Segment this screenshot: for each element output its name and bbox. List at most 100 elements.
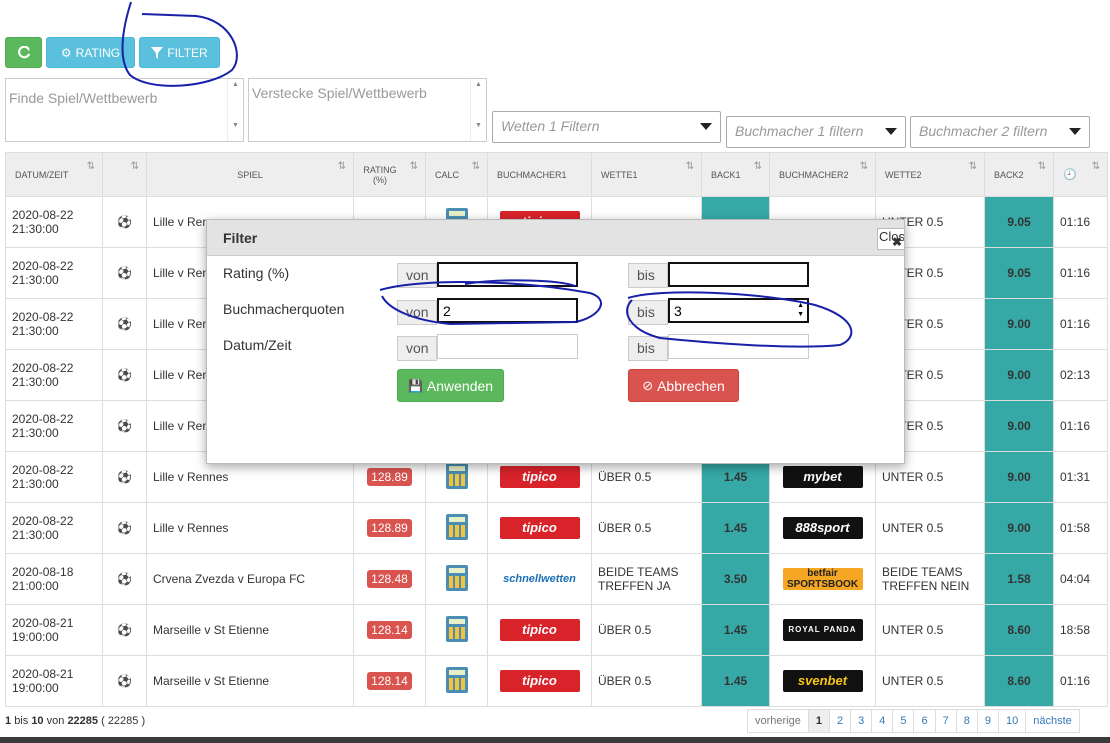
col-age[interactable]: 🕘 ⇅ [1053, 152, 1108, 197]
soccer-ball-icon: ⚽ [117, 215, 132, 229]
cell-bookmaker1: tipico [487, 604, 592, 656]
bookmaker1-logo[interactable]: tipico [499, 517, 580, 539]
pagination-prev[interactable]: vorherige [747, 709, 809, 733]
bookmaker2-logo[interactable]: mybet [782, 466, 863, 488]
pagination: vorherige 1 2 3 4 5 6 7 8 9 10 nächste [747, 709, 1080, 733]
textarea-scrollbar[interactable]: ▲ ▼ [470, 79, 486, 141]
rating-label: Rating (%) [223, 265, 290, 281]
bookmaker1-filter-select[interactable]: Buchmacher 1 filtern [726, 116, 906, 148]
datetime-to-addon: bis [628, 336, 668, 361]
pagination-page[interactable]: 2 [828, 709, 852, 733]
modal-close-button[interactable]: Close ✖ [877, 228, 905, 250]
bookmaker2-logo[interactable]: 888sport [782, 517, 863, 539]
bookmaker2-logo[interactable]: ROYAL PANDA [782, 619, 863, 641]
cell-rating: 128.14 [353, 655, 426, 707]
soccer-ball-icon: ⚽ [117, 368, 132, 382]
pagination-page[interactable]: 9 [976, 709, 999, 733]
cell-datetime: 2020-08-21 19:00:00 [5, 655, 103, 707]
cell-datetime: 2020-08-18 21:00:00 [5, 553, 103, 605]
table-row[interactable]: 2020-08-18 21:00:00 ⚽ Crvena Zvezda v Europ… [5, 553, 1108, 605]
bets1-filter-select[interactable]: Wetten 1 Filtern [492, 111, 721, 143]
table-row[interactable]: 2020-08-22 21:30:00 ⚽ Lille v Rennes 128.89 t… [5, 502, 1108, 554]
cell-rating: 128.48 [353, 553, 426, 605]
bookmaker2-logo[interactable]: svenbet [782, 670, 863, 692]
hide-game-textarea[interactable]: Verstecke Spiel/Wettbewerb ▲ ▼ [248, 78, 487, 142]
col-bet2[interactable]: WETTE2 ⇅ [875, 152, 985, 197]
soccer-ball-icon: ⚽ [117, 470, 132, 484]
col-bet1[interactable]: WETTE1 ⇅ [591, 152, 702, 197]
cell-datetime: 2020-08-21 19:00:00 [5, 604, 103, 656]
cell-back1: 1.45 [701, 502, 770, 554]
apply-button[interactable]: 💾 Anwenden [397, 369, 504, 402]
pagination-page[interactable]: 1 [807, 709, 830, 733]
soccer-ball-icon: ⚽ [117, 419, 132, 433]
soccer-ball-icon: ⚽ [117, 572, 132, 586]
calculator-icon[interactable] [445, 462, 468, 489]
odds-to-input[interactable]: 3 ▲ ▼ [668, 298, 809, 323]
odds-label: Buchmacherquoten [223, 301, 345, 317]
calculator-icon[interactable] [445, 666, 468, 693]
table-row[interactable]: 2020-08-21 19:00:00 ⚽ Marseille v St Etienn… [5, 604, 1108, 656]
col-game[interactable]: SPIEL ⇅ [146, 152, 354, 197]
cancel-button-label: Abbrechen [657, 377, 725, 394]
bets1-filter-placeholder: Wetten 1 Filtern [501, 118, 600, 134]
col-bookmaker1[interactable]: BUCHMACHER1 [487, 152, 592, 197]
cell-game[interactable]: Lille v Rennes [146, 502, 354, 554]
refresh-button[interactable] [5, 37, 42, 68]
cell-rating: 128.89 [353, 502, 426, 554]
pagination-page[interactable]: 3 [850, 709, 873, 733]
cell-sport: ⚽ [102, 655, 147, 707]
rating-from-input[interactable] [437, 262, 578, 287]
bookmaker1-logo[interactable]: tipico [499, 619, 580, 641]
bookmaker2-filter-select[interactable]: Buchmacher 2 filtern [910, 116, 1090, 148]
cell-bet1: ÜBER 0.5 [591, 502, 702, 554]
pagination-page[interactable]: 4 [871, 709, 894, 733]
bookmaker2-logo[interactable]: betfair SPORTSBOOK [782, 568, 863, 590]
cell-back2: 1.58 [984, 553, 1054, 605]
cogs-icon: ⚙ [60, 45, 72, 60]
rating-badge: 128.89 [367, 519, 412, 537]
rating-button[interactable]: ⚙ RATING [46, 37, 135, 68]
calculator-icon[interactable] [445, 513, 468, 540]
pagination-page[interactable]: 7 [934, 709, 957, 733]
datetime-to-input[interactable] [668, 334, 809, 359]
col-back1[interactable]: BACK1 ⇅ [701, 152, 770, 197]
datetime-from-input[interactable] [437, 334, 578, 359]
cell-game[interactable]: Marseille v St Etienne [146, 604, 354, 656]
cell-game[interactable]: Crvena Zvezda v Europa FC [146, 553, 354, 605]
col-calc[interactable]: CALC ⇅ [425, 152, 488, 197]
cell-back2: 9.05 [984, 247, 1054, 299]
bookmaker1-logo[interactable]: tipico [499, 670, 580, 692]
odds-from-input[interactable]: 2 [437, 298, 578, 323]
table-row[interactable]: 2020-08-21 19:00:00 ⚽ Marseille v St Etienn… [5, 655, 1108, 707]
pagination-page[interactable]: 6 [913, 709, 936, 733]
cell-game[interactable]: Marseille v St Etienne [146, 655, 354, 707]
cell-bookmaker2: 888sport [769, 502, 876, 554]
calculator-icon[interactable] [445, 615, 468, 642]
col-back2[interactable]: BACK2 ⇅ [984, 152, 1054, 197]
pagination-page[interactable]: 8 [955, 709, 978, 733]
table-info: 1 bis 10 von 22285 ( 22285 ) [5, 715, 146, 727]
col-bookmaker2[interactable]: BUCHMACHER2 ⇅ [769, 152, 876, 197]
cell-age: 01:58 [1053, 502, 1108, 554]
rating-to-input[interactable] [668, 262, 809, 287]
cell-calc [425, 553, 488, 605]
pagination-page[interactable]: 10 [997, 709, 1027, 733]
number-spinner-icon[interactable]: ▲ ▼ [797, 301, 804, 319]
filter-button[interactable]: FILTER [139, 37, 220, 68]
col-sport[interactable]: ⇅ [102, 152, 147, 197]
ban-icon: ⊘ [642, 377, 654, 393]
find-game-textarea[interactable]: Finde Spiel/Wettbewerb ▲ ▼ [5, 78, 244, 142]
pagination-next[interactable]: nächste [1025, 709, 1080, 733]
col-rating[interactable]: RATING (%) ⇅ [353, 152, 426, 197]
bookmaker1-logo[interactable]: schnellwetten [499, 568, 580, 590]
bookmaker1-logo[interactable]: tipico [499, 466, 580, 488]
pagination-page[interactable]: 5 [892, 709, 915, 733]
cell-datetime: 2020-08-22 21:30:00 [5, 298, 103, 350]
cell-bet1: ÜBER 0.5 [591, 604, 702, 656]
textarea-scrollbar[interactable]: ▲ ▼ [227, 79, 243, 141]
sort-icon: ⇅ [86, 161, 95, 172]
cancel-button[interactable]: ⊘ Abbrechen [628, 369, 739, 402]
calculator-icon[interactable] [445, 564, 468, 591]
col-datetime[interactable]: DATUM/ZEIT ⇅ [5, 152, 103, 197]
